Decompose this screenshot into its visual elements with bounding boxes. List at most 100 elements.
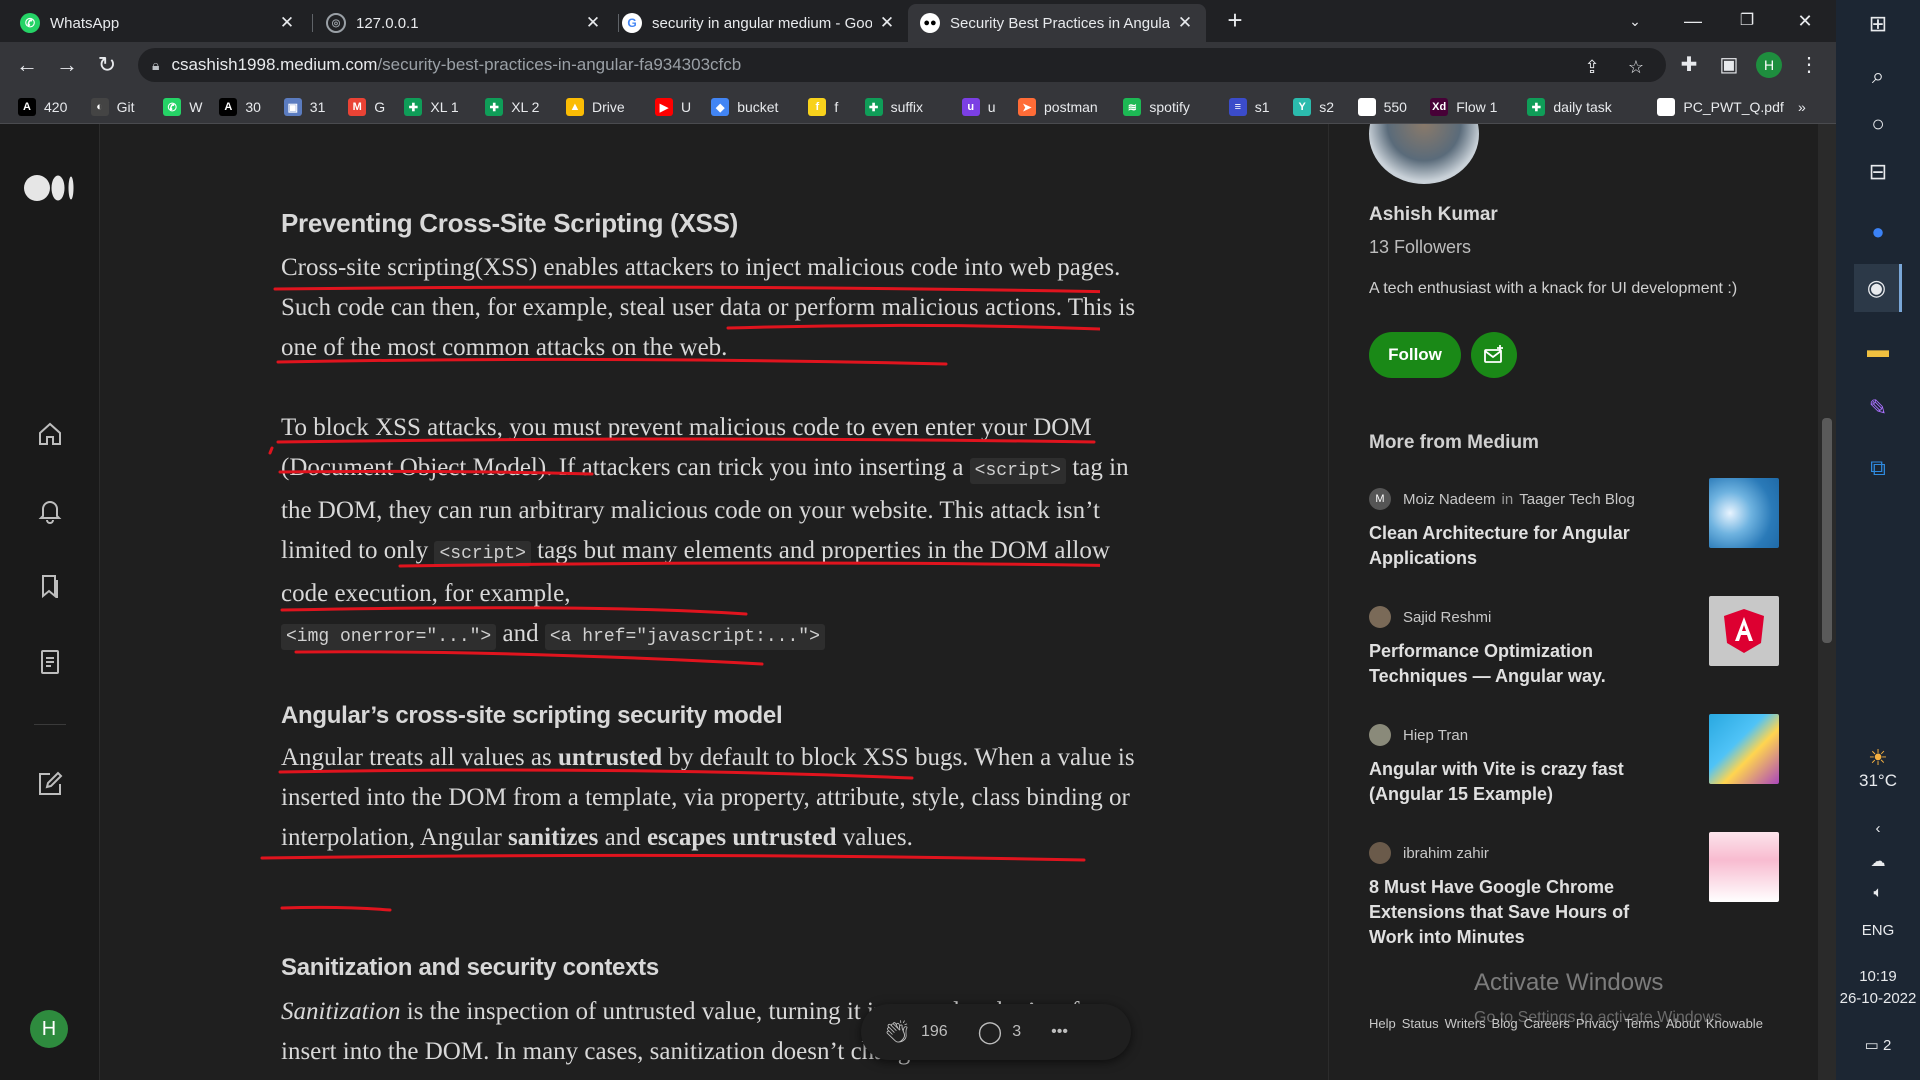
recommendation-thumbnail[interactable] <box>1709 478 1779 548</box>
bookmark-item[interactable]: ▲ Drive <box>566 96 625 118</box>
stories-document-icon[interactable] <box>34 646 66 678</box>
bookmark-item[interactable]: MG <box>348 96 385 118</box>
tray-cloud-icon[interactable]: ☁ <box>1836 852 1920 870</box>
vscode-icon[interactable]: ⧉ <box>1854 444 1902 492</box>
bookmark-item[interactable]: Ys2 <box>1293 96 1334 118</box>
tab-localhost[interactable]: ◎ 127.0.0.1 ✕ <box>314 4 614 42</box>
show-hidden-icons-chevron[interactable]: ‹ <box>1836 820 1920 837</box>
file-explorer-icon[interactable]: ▬ <box>1854 326 1902 374</box>
bookmark-item[interactable]: ✚ XL 1 <box>404 96 459 118</box>
language-indicator[interactable]: ENG <box>1836 922 1920 939</box>
search-icon[interactable]: ⌕ <box>1854 52 1902 100</box>
bookmark-item[interactable]: ℤ 550 <box>1357 96 1407 118</box>
close-window-button[interactable]: ✕ <box>1782 4 1828 38</box>
clock-date[interactable]: 26-10-2022 <box>1836 990 1920 1007</box>
tab-search-icon[interactable]: ⌄ <box>1612 4 1658 38</box>
notifications-bell-icon[interactable] <box>34 494 66 526</box>
bookmark-item[interactable]: A 30 <box>219 96 261 118</box>
follow-button[interactable]: Follow <box>1369 332 1461 378</box>
bookmark-item[interactable]: Xd Flow 1 <box>1430 96 1497 118</box>
tab-medium-article[interactable]: ●● Security Best Practices in Angular ✕ <box>908 4 1206 42</box>
bookmark-item[interactable]: ✚ XL 2 <box>485 96 539 118</box>
write-pencil-icon[interactable] <box>34 768 66 800</box>
user-avatar[interactable]: H <box>30 1010 68 1048</box>
close-tab-icon[interactable]: ✕ <box>1176 13 1194 33</box>
address-bar[interactable]: 🔒︎ csashish1998.medium.com/security-best… <box>138 48 1666 82</box>
side-panel-icon[interactable]: ▣ <box>1714 50 1744 80</box>
footer-link[interactable]: Status <box>1402 1016 1439 1031</box>
medium-logo[interactable] <box>24 172 76 204</box>
recommendation-title[interactable]: 8 Must Have Google Chrome Extensions tha… <box>1369 875 1669 950</box>
recommendation-author[interactable]: Sajid Reshmi <box>1403 609 1491 626</box>
close-tab-icon[interactable]: ✕ <box>878 13 896 33</box>
bookmarks-overflow-chevron[interactable]: » <box>1798 96 1806 118</box>
tab-whatsapp[interactable]: ✆ WhatsApp ✕ <box>8 4 308 42</box>
new-tab-button[interactable]: + <box>1220 6 1250 36</box>
recommendation-publication[interactable]: Taager Tech Blog <box>1519 491 1635 508</box>
task-view-icon[interactable]: ⊟ <box>1854 148 1902 196</box>
clock-time[interactable]: 10:19 <box>1836 968 1920 985</box>
bookmark-item[interactable]: ✚ daily task <box>1527 96 1612 118</box>
bookmark-item[interactable]: ▶ U <box>655 96 691 118</box>
bookmark-item[interactable]: A 420 <box>18 96 67 118</box>
back-button[interactable]: ← <box>12 50 42 80</box>
recommendation-item[interactable]: Sajid Reshmi Performance Optimization Te… <box>1369 596 1789 706</box>
recommendation-author[interactable]: ibrahim zahir <box>1403 845 1489 862</box>
recommendation-item[interactable]: ibrahim zahir 8 Must Have Google Chrome … <box>1369 832 1789 947</box>
reload-button[interactable]: ↻ <box>92 50 122 80</box>
bookmark-item[interactable]: ff <box>808 96 838 118</box>
recommendation-title[interactable]: Performance Optimization Techniques — An… <box>1369 639 1669 689</box>
extensions-icon[interactable]: ✚ <box>1674 50 1704 80</box>
recommendation-thumbnail[interactable] <box>1709 832 1779 902</box>
profile-avatar[interactable]: H <box>1756 52 1782 78</box>
bookmark-item[interactable]: ◐ Git <box>90 96 134 118</box>
footer-link[interactable]: Help <box>1369 1016 1396 1031</box>
recommendation-author[interactable]: Hiep Tran <box>1403 727 1468 744</box>
minimize-button[interactable]: — <box>1670 4 1716 38</box>
chrome-taskbar-icon[interactable]: ◉ <box>1854 264 1902 312</box>
bookmark-item[interactable]: ➤ postman <box>1018 96 1098 118</box>
maps-pin-icon[interactable]: ● <box>1854 208 1902 256</box>
recommendation-thumbnail[interactable] <box>1709 596 1779 666</box>
lists-bookmark-icon[interactable] <box>34 570 66 602</box>
notification-center[interactable]: ▭ 2 <box>1836 1036 1920 1054</box>
volume-network-icons[interactable]: 🔈︎ <box>1836 884 1920 901</box>
bookmark-item[interactable]: ✆ W <box>163 96 202 118</box>
recommendation-title[interactable]: Angular with Vite is crazy fast (Angular… <box>1369 757 1669 807</box>
windows-start-icon[interactable]: ⊞ <box>1854 0 1902 48</box>
bookmark-item[interactable]: ✚ suffix <box>864 96 923 118</box>
responses-button[interactable]: ◯ 3 <box>978 1019 1022 1045</box>
clap-button[interactable]: 👏︎ 196 <box>883 1019 948 1045</box>
scrollbar-thumb[interactable] <box>1822 418 1832 643</box>
cortana-icon[interactable]: ○ <box>1854 100 1902 148</box>
more-actions-button[interactable]: ••• <box>1051 1023 1068 1041</box>
feather-app-icon[interactable]: ✎ <box>1854 384 1902 432</box>
recommendation-item[interactable]: Hiep Tran Angular with Vite is crazy fas… <box>1369 714 1789 824</box>
bookmark-item[interactable]: uu <box>961 96 996 118</box>
bookmark-item[interactable]: ≋ spotify <box>1123 96 1190 118</box>
author-followers[interactable]: 13 Followers <box>1369 237 1471 258</box>
author-name[interactable]: Ashish Kumar <box>1369 204 1498 226</box>
page-scrollbar[interactable] <box>1818 124 1836 1080</box>
bookmark-item[interactable]: ▣ 31 <box>283 96 325 118</box>
recommendation-item[interactable]: M Moiz Nadeem in Taager Tech Blog Clean Arc… <box>1369 478 1789 588</box>
close-tab-icon[interactable]: ✕ <box>584 13 602 33</box>
restore-button[interactable]: ❐ <box>1724 4 1770 38</box>
recommendation-thumbnail[interactable] <box>1709 714 1779 784</box>
tab-google-search[interactable]: G security in angular medium - Goo ✕ <box>610 4 908 42</box>
share-icon[interactable]: ⇪ <box>1580 57 1604 78</box>
forward-button[interactable]: → <box>52 50 82 80</box>
weather-widget[interactable]: ☀ 31°C <box>1836 745 1920 791</box>
bookmark-star-icon[interactable]: ☆ <box>1624 57 1648 78</box>
recommendation-title[interactable]: Clean Architecture for Angular Applicati… <box>1369 521 1669 571</box>
menu-kebab-icon[interactable]: ⋮ <box>1794 50 1824 80</box>
bookmark-item[interactable]: ◆ bucket <box>711 96 778 118</box>
bookmark-item[interactable]: ◉ PC_PWT_Q.pdf <box>1657 96 1784 118</box>
author-photo[interactable] <box>1369 124 1479 184</box>
recommendation-author[interactable]: Moiz Nadeem <box>1403 491 1496 508</box>
close-tab-icon[interactable]: ✕ <box>278 13 296 33</box>
subscribe-email-button[interactable] <box>1471 332 1517 378</box>
home-icon[interactable] <box>34 418 66 450</box>
tab-strip: ✆ WhatsApp ✕ ◎ 127.0.0.1 ✕ G security in… <box>0 0 1836 42</box>
bookmark-item[interactable]: ≡ s1 <box>1228 96 1270 118</box>
